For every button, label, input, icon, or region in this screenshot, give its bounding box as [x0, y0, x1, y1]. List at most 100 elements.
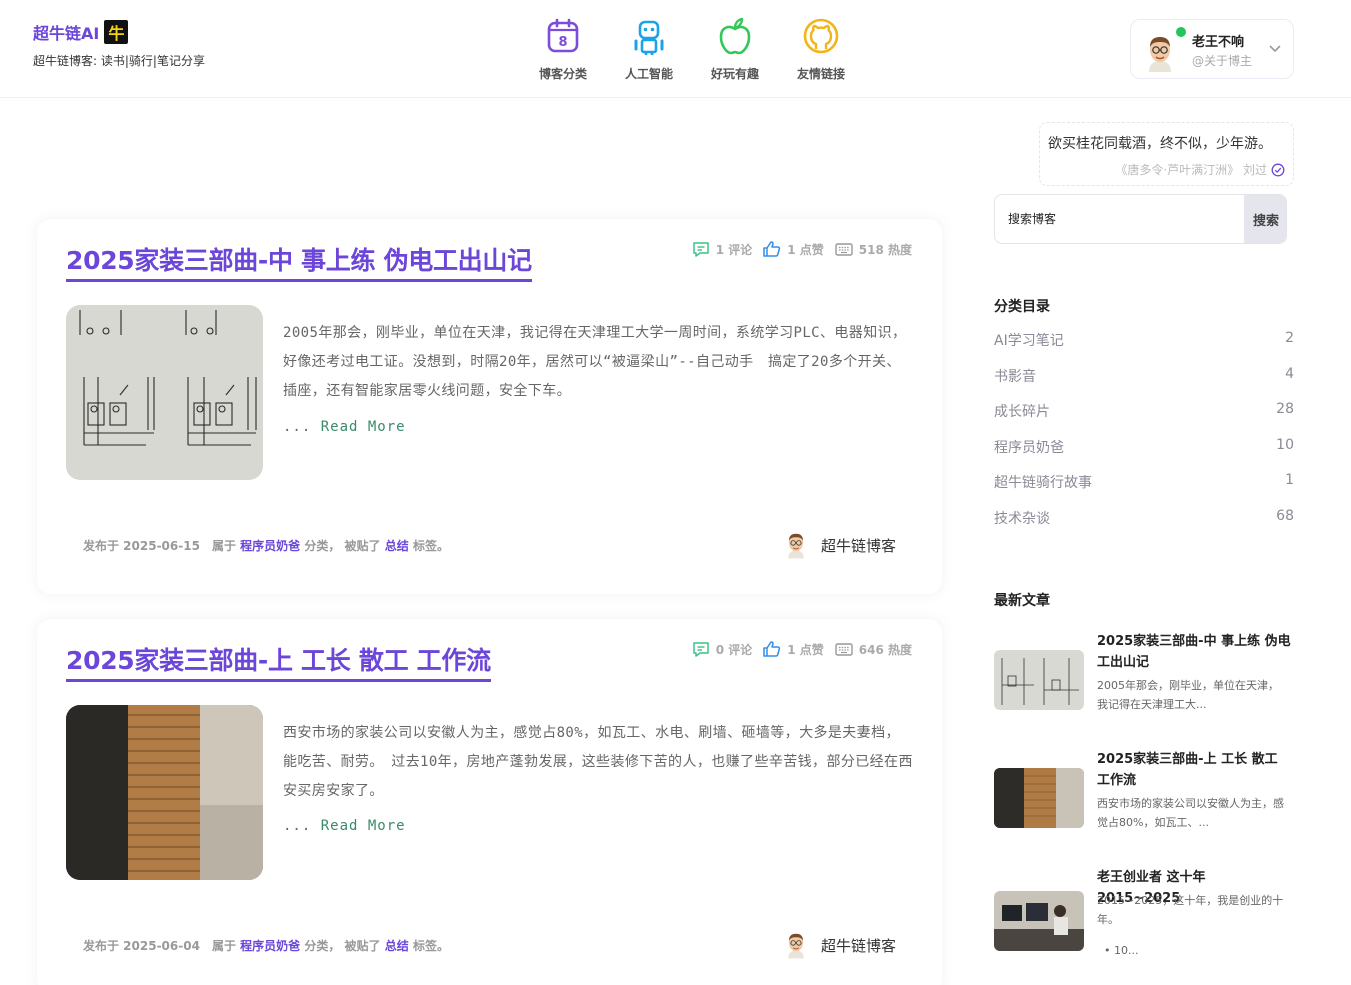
- recent-post-thumbnail[interactable]: [994, 891, 1084, 951]
- read-more-text[interactable]: Read More: [321, 419, 406, 435]
- post-thumbnail[interactable]: [66, 705, 263, 880]
- read-more-text[interactable]: Read More: [321, 818, 406, 834]
- comment-count[interactable]: 1 评论: [691, 239, 753, 259]
- comment-icon: [692, 642, 709, 657]
- author-name[interactable]: 超牛链博客: [821, 535, 896, 556]
- post-author[interactable]: 超牛链博客: [784, 931, 896, 959]
- recent-post-item[interactable]: 2025家装三部曲-上 工长 散工 工作流 西安市场的家装公司以安徽人为主，感觉…: [994, 749, 1294, 849]
- post-tag-link[interactable]: 总结: [385, 539, 409, 553]
- read-more-dots: ...: [283, 419, 312, 435]
- circuit-sketch-image: [66, 305, 263, 480]
- user-menu[interactable]: 老王不响 @关于博主: [1130, 19, 1294, 79]
- keyboard-icon: [835, 243, 853, 256]
- author-avatar: [788, 933, 804, 959]
- verified-check-icon: [1271, 163, 1285, 176]
- category-count: 4: [1285, 365, 1294, 382]
- category-count: 1: [1285, 472, 1294, 489]
- avatar: [1149, 37, 1171, 72]
- nav-label: 博客分类: [538, 67, 587, 81]
- keyboard-icon: [835, 643, 853, 656]
- comment-count-text: 1 评论: [715, 242, 753, 257]
- user-handle: @关于博主: [1192, 54, 1253, 68]
- category-item-programmer-dad[interactable]: 程序员奶爸 10: [994, 437, 1294, 473]
- recent-posts-heading: 最新文章: [994, 593, 1050, 609]
- category-prefix: 属于: [211, 939, 236, 953]
- brand-tagline: 超牛链博客: 读书|骑行|笔记分享: [33, 54, 205, 68]
- recent-post-extra: • 10...: [1104, 944, 1139, 957]
- category-name: 书影音: [994, 368, 1036, 385]
- category-suffix: 分类，: [304, 939, 341, 953]
- apple-icon: [719, 17, 751, 55]
- recent-post-title[interactable]: 2025家装三部曲-上 工长 散工 工作流: [1097, 749, 1293, 791]
- post-meta: 发布于 2025-06-04 属于 程序员奶爸 分类， 被贴了 总结 标签。: [83, 937, 449, 954]
- nav-item-fun[interactable]: 好玩有趣: [692, 16, 778, 82]
- categories-heading: 分类目录: [994, 299, 1050, 315]
- category-name: AI学习笔记: [994, 333, 1064, 349]
- nav-label: 友情链接: [796, 67, 845, 81]
- circuit-sketch-image: [994, 650, 1084, 710]
- view-count-text: 646 热度: [858, 642, 912, 657]
- author-name[interactable]: 超牛链博客: [821, 935, 896, 956]
- recent-post-title[interactable]: 2025家装三部曲-中 事上练 伪电工出山记: [1097, 631, 1293, 673]
- category-count: 10: [1276, 436, 1294, 453]
- user-name: 老王不响: [1192, 35, 1245, 50]
- post-card: 2025家装三部曲-中 事上练 伪电工出山记 1 评论 1 点赞 518 热度: [37, 219, 942, 594]
- site-header: 超牛链AI 牛 超牛链博客: 读书|骑行|笔记分享 8 博客分类 人工智能 好玩…: [0, 0, 1351, 98]
- recent-post-excerpt: 西安市场的家装公司以安徽人为主，感觉占80%，如瓦工、...: [1097, 797, 1284, 829]
- post-category-link[interactable]: 程序员奶爸: [240, 939, 300, 953]
- brand-title[interactable]: 超牛链AI 牛: [33, 20, 205, 44]
- read-more-link[interactable]: ... Read More: [283, 419, 406, 435]
- post-thumbnail[interactable]: [66, 305, 263, 480]
- online-status-dot: [1176, 27, 1186, 37]
- post-category-link[interactable]: 程序员奶爸: [240, 539, 300, 553]
- nav-label: 人工智能: [624, 67, 673, 81]
- post-stats: 0 评论 1 点赞 646 热度: [691, 639, 912, 659]
- category-item-cycling[interactable]: 超牛链骑行故事 1: [994, 472, 1294, 508]
- search-input[interactable]: [995, 195, 1244, 243]
- read-more-link[interactable]: ... Read More: [283, 818, 406, 834]
- category-prefix: 属于: [211, 539, 236, 553]
- category-name: 超牛链骑行故事: [994, 475, 1092, 492]
- like-count-text: 1 点赞: [787, 642, 824, 657]
- post-title[interactable]: 2025家装三部曲-中 事上练 伪电工出山记: [66, 241, 532, 282]
- view-count-text: 518 热度: [858, 242, 912, 257]
- category-count: 68: [1276, 507, 1294, 524]
- search-box: 搜索: [994, 194, 1287, 244]
- tag-suffix: 标签。: [412, 939, 449, 953]
- category-list: AI学习笔记 2 书影音 4 成长碎片 28 程序员奶爸 10 超牛链骑行故事 …: [994, 330, 1294, 544]
- category-name: 成长碎片: [994, 404, 1050, 421]
- recent-post-excerpt: 2005年那会，刚毕业，单位在天津，我记得在天津理工大...: [1097, 679, 1279, 711]
- quote-text: 欲买桂花同载酒，终不似，少年游。: [1048, 136, 1272, 152]
- recent-post-thumbnail[interactable]: [994, 650, 1084, 710]
- brick-wall-image: [66, 705, 263, 880]
- nav-item-blog-categories[interactable]: 8 博客分类: [520, 16, 606, 82]
- post-author[interactable]: 超牛链博客: [784, 531, 896, 559]
- view-count: 646 热度: [834, 639, 912, 659]
- category-item-growth[interactable]: 成长碎片 28: [994, 401, 1294, 437]
- category-name: 程序员奶爸: [994, 439, 1064, 456]
- nav-item-friend-links[interactable]: 友情链接: [778, 16, 864, 82]
- like-count[interactable]: 1 点赞: [762, 239, 824, 259]
- comment-count[interactable]: 0 评论: [691, 639, 752, 659]
- brand-name[interactable]: 超牛链AI: [33, 20, 99, 44]
- brand[interactable]: 超牛链AI 牛 超牛链博客: 读书|骑行|笔记分享: [33, 20, 205, 69]
- like-count[interactable]: 1 点赞: [762, 639, 824, 659]
- office-desk-image: [994, 891, 1084, 951]
- recent-post-item[interactable]: 2025家装三部曲-中 事上练 伪电工出山记 2005年那会，刚毕业，单位在天津…: [994, 631, 1294, 731]
- recent-post-thumbnail[interactable]: [994, 768, 1084, 828]
- quote-card: 欲买桂花同载酒，终不似，少年游。 《唐多令·芦叶满汀洲》 刘过: [1039, 122, 1294, 186]
- post-tag-link[interactable]: 总结: [385, 939, 409, 953]
- search-button[interactable]: 搜索: [1244, 195, 1286, 243]
- post-title[interactable]: 2025家装三部曲-上 工长 散工 工作流: [66, 641, 491, 682]
- tag-suffix: 标签。: [412, 539, 449, 553]
- category-item-media[interactable]: 书影音 4: [994, 366, 1294, 402]
- comment-icon: [692, 242, 709, 257]
- chevron-down-icon[interactable]: [1268, 44, 1282, 54]
- category-name: 技术杂谈: [994, 510, 1050, 527]
- brick-wall-image: [994, 768, 1084, 828]
- recent-post-item[interactable]: 老王创业者 这十年 2015~2025 2015~2025，这十年，我是创业的十…: [994, 867, 1294, 967]
- category-item-tech[interactable]: 技术杂谈 68: [994, 508, 1294, 544]
- author-avatar: [788, 533, 804, 559]
- category-item-ai-notes[interactable]: AI学习笔记 2: [994, 330, 1294, 366]
- nav-item-ai[interactable]: 人工智能: [606, 16, 692, 82]
